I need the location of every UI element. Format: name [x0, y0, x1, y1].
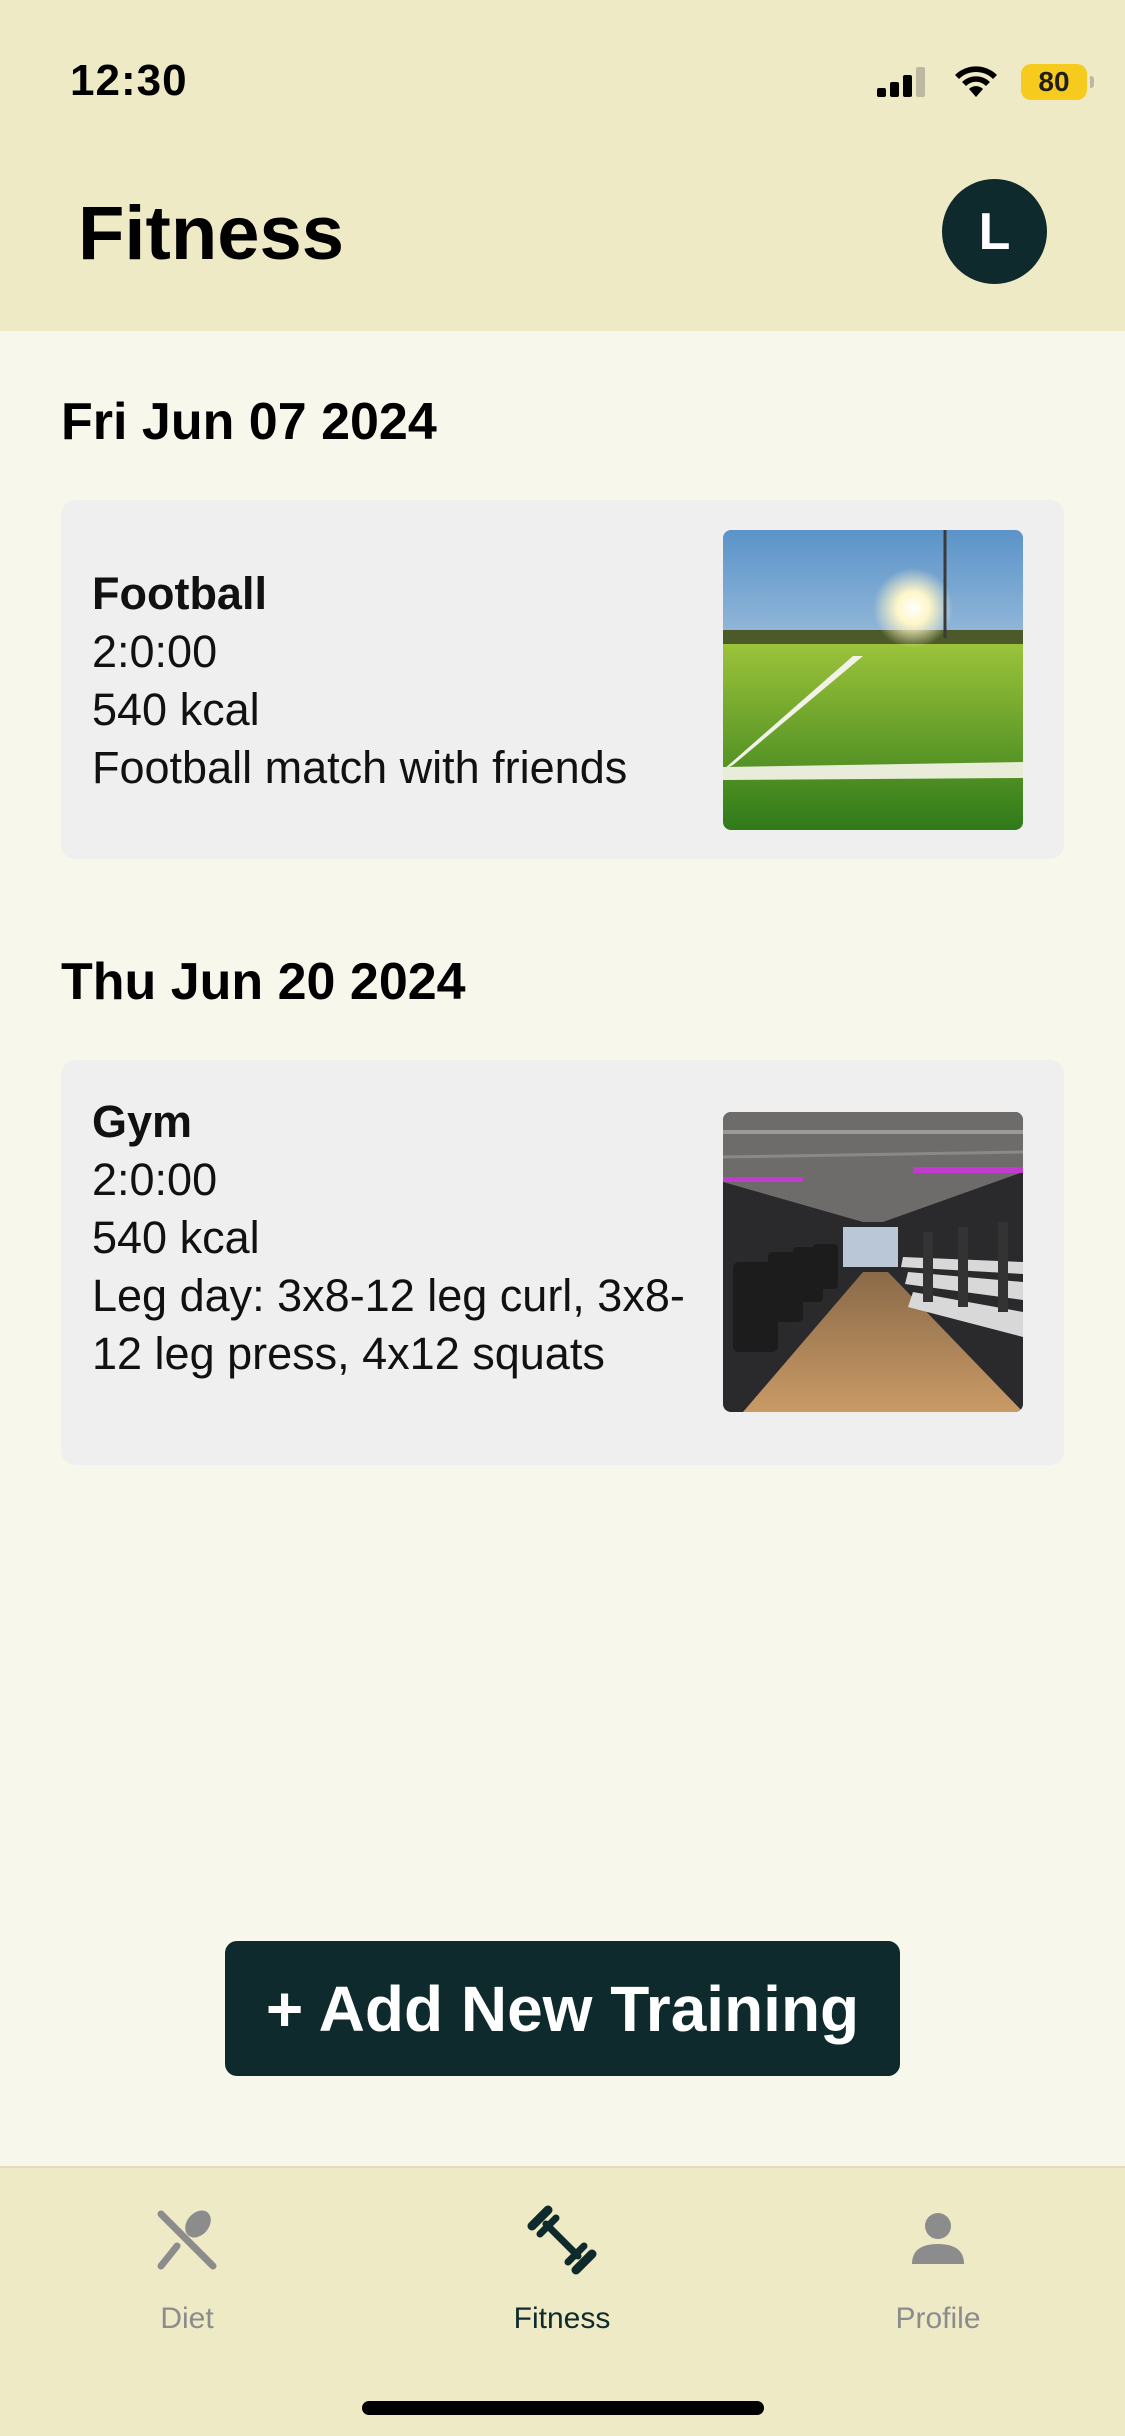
avatar[interactable]: L — [942, 179, 1047, 284]
tab-label: Diet — [160, 2302, 214, 2335]
fork-spoon-icon — [157, 2210, 217, 2270]
header: 12:30 80 Fitness L — [0, 0, 1125, 331]
training-duration: 2:0:00 — [92, 1154, 218, 1205]
training-calories: 540 kcal — [92, 684, 260, 735]
status-time: 12:30 — [70, 56, 188, 105]
tab-fitness[interactable]: Fitness — [432, 2204, 692, 2354]
tab-bar: Diet Fitness Profile — [0, 2166, 1125, 2436]
tab-label: Profile — [895, 2302, 981, 2335]
training-card[interactable]: Gym 2:0:00 540 kcal Leg day: 3x8-12 leg … — [61, 1060, 1064, 1465]
date-heading: Fri Jun 07 2024 — [61, 393, 437, 451]
football-field-photo — [723, 530, 1023, 830]
card-text: Gym 2:0:00 540 kcal Leg day: 3x8-12 leg … — [92, 1093, 722, 1383]
training-note: Leg day: 3x8-12 leg curl, 3x8-12 leg pre… — [92, 1270, 685, 1379]
training-note: Football match with friends — [92, 742, 628, 793]
training-title: Gym — [92, 1096, 193, 1147]
dumbbell-icon — [527, 2205, 597, 2275]
training-calories: 540 kcal — [92, 1212, 260, 1263]
battery-icon: 80 — [1021, 64, 1094, 100]
date-heading: Thu Jun 20 2024 — [61, 953, 466, 1011]
status-icons: 80 — [877, 60, 1094, 104]
card-text: Football 2:0:00 540 kcal Football match … — [92, 565, 722, 797]
add-new-training-button[interactable]: + Add New Training — [225, 1941, 900, 2076]
gym-treadmills-photo — [723, 1112, 1023, 1412]
training-duration: 2:0:00 — [92, 626, 218, 677]
training-card[interactable]: Football 2:0:00 540 kcal Football match … — [61, 500, 1064, 859]
tab-label: Fitness — [513, 2302, 611, 2335]
tab-profile[interactable]: Profile — [808, 2204, 1068, 2354]
tab-diet[interactable]: Diet — [57, 2204, 317, 2354]
page-title: Fitness — [78, 191, 345, 276]
wifi-icon — [955, 66, 997, 97]
person-icon — [912, 2213, 964, 2264]
signal-icon — [877, 67, 925, 97]
training-title: Football — [92, 568, 267, 619]
home-indicator[interactable] — [362, 2401, 764, 2415]
